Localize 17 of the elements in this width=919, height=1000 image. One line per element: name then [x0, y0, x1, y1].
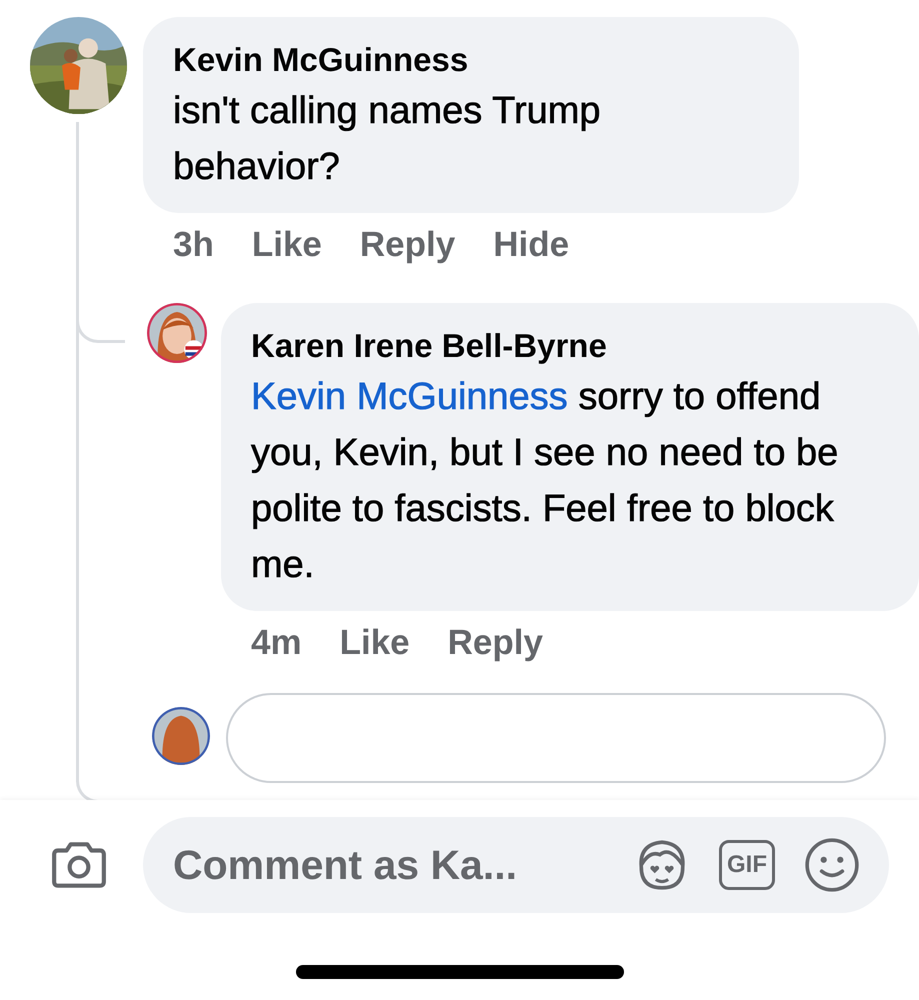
emoji-icon[interactable]	[803, 836, 861, 894]
comment-action[interactable]: Reply	[448, 623, 543, 663]
reply-field[interactable]	[226, 693, 886, 783]
gif-button[interactable]: GIF	[719, 840, 775, 890]
comment-field[interactable]: Comment as Ka... GIF	[143, 817, 889, 913]
author-name[interactable]: Karen Irene Bell-Byrne	[251, 323, 607, 369]
comment-action[interactable]: Reply	[360, 225, 456, 265]
mention-link[interactable]: Kevin McGuinness	[251, 376, 568, 418]
comment-text: isn't calling names Trump behavior?	[173, 89, 602, 190]
author-name[interactable]: Kevin McGuinness	[173, 37, 468, 83]
timestamp: 3h	[173, 225, 214, 265]
timestamp: 4m	[251, 623, 302, 663]
comment-text: Kevin McGuinness sorry to offend you, Kevin, but I see no need to be polite to fascists. Feel free to block me.	[251, 375, 840, 588]
comment-action[interactable]: Like	[340, 623, 410, 663]
comment-action[interactable]: Like	[252, 225, 322, 265]
camera-icon[interactable]	[50, 840, 108, 890]
comment-action[interactable]: Hide	[493, 225, 570, 265]
